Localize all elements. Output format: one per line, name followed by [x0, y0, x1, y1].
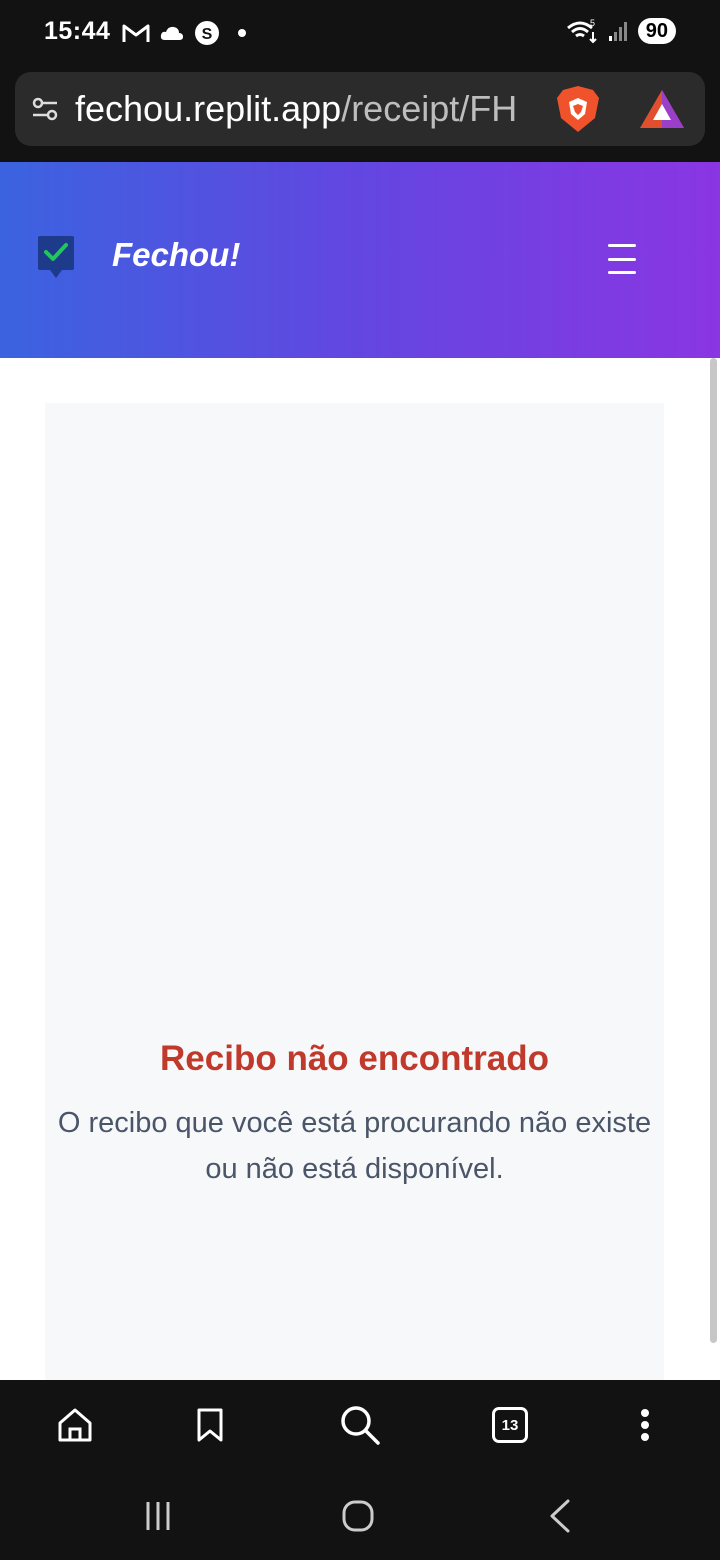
scrollbar[interactable] — [710, 358, 717, 1343]
browser-toolbar: 13 — [0, 1380, 720, 1472]
more-button[interactable] — [624, 1404, 666, 1446]
url-host: fechou.replit.app — [75, 88, 342, 129]
menu-line-icon — [608, 257, 636, 261]
hamburger-menu-button[interactable] — [608, 244, 636, 274]
recents-button[interactable] — [136, 1494, 180, 1538]
cloud-icon — [160, 26, 183, 40]
url-text[interactable]: fechou.replit.app/receipt/FH — [75, 88, 535, 130]
status-bar: 15:44 S 5 90 — [0, 0, 720, 66]
brand-name[interactable]: Fechou! — [112, 236, 240, 274]
s-app-icon: S — [195, 21, 219, 45]
menu-line-icon — [608, 271, 636, 274]
site-settings-icon[interactable] — [29, 93, 61, 125]
page-content: Recibo não encontrado O recibo que você … — [0, 358, 720, 1380]
back-icon — [550, 1499, 570, 1533]
home-nav-button[interactable] — [336, 1494, 380, 1538]
dot-icon — [238, 29, 246, 37]
home-icon — [58, 1408, 92, 1442]
more-icon — [641, 1409, 649, 1441]
error-message: O recibo que você está procurando não ex… — [57, 1107, 652, 1185]
address-bar[interactable]: fechou.replit.app/receipt/FH — [15, 72, 705, 146]
recents-icon — [146, 1502, 170, 1530]
brave-shields-icon[interactable] — [555, 84, 601, 134]
battery-icon: 90 — [637, 18, 676, 44]
back-button[interactable] — [538, 1494, 582, 1538]
app-header: Fechou! — [0, 162, 720, 358]
bookmark-button[interactable] — [189, 1404, 231, 1446]
system-nav-bar — [0, 1472, 720, 1560]
status-icons-right: 5 90 — [566, 18, 676, 44]
error-title: Recibo não encontrado — [160, 1039, 549, 1078]
status-time: 15:44 — [44, 17, 111, 45]
receipt-card: Recibo não encontrado O recibo que você … — [45, 403, 664, 1380]
tabs-icon: 13 — [492, 1407, 528, 1443]
url-path: /receipt/FH — [341, 88, 518, 129]
browser-address-area: fechou.replit.app/receipt/FH — [0, 66, 720, 162]
fechou-logo-icon[interactable] — [36, 234, 76, 282]
home-nav-icon — [342, 1500, 374, 1532]
bat-rewards-icon[interactable] — [637, 86, 687, 132]
wifi-icon: 5 — [566, 18, 597, 44]
status-icons-left: S — [122, 20, 246, 46]
home-button[interactable] — [54, 1404, 96, 1446]
signal-icon — [608, 22, 627, 41]
bookmark-icon — [197, 1408, 223, 1442]
search-icon — [341, 1406, 380, 1445]
search-button[interactable] — [339, 1404, 381, 1446]
svg-text:S: S — [202, 26, 213, 43]
wifi-signal-label: 5 — [590, 18, 595, 28]
gmail-icon — [122, 24, 150, 42]
tabs-button[interactable]: 13 — [489, 1404, 531, 1446]
menu-line-icon — [608, 244, 636, 247]
